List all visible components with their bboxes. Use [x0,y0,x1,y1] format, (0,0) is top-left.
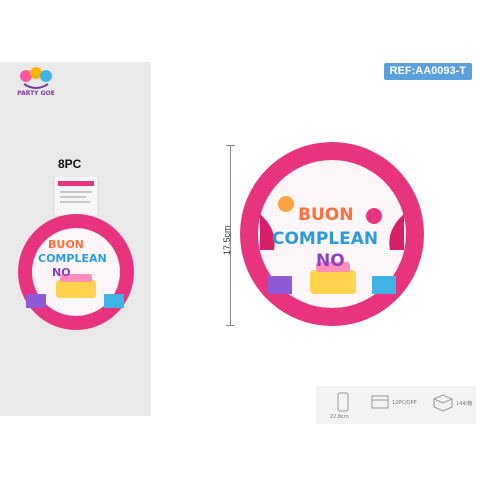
package-icon [371,395,389,409]
main-plate-line1: BUON [298,205,353,225]
packaged-plate-image: BUON COMPLEAN NO [18,176,134,330]
main-plate-image: BUON COMPLEAN NO [240,142,424,326]
reference-badge: REF:AA0093-T [383,63,472,80]
main-plate-line2: COMPLEAN [272,229,378,249]
spec-size-text: 22.8cm [330,414,349,420]
phone-size-icon [337,392,349,412]
dimension-tick-top [226,145,235,146]
dimension-tick-bottom [226,325,235,326]
main-plate-line3: NO [316,251,345,271]
pieces-count-label: 8PC [58,157,82,171]
spec-pack-text: 12PC/OPP [392,400,417,406]
small-plate-line1: BUON [48,238,84,251]
spec-carton-text: 144/箱 [456,401,473,407]
diameter-label: 17.5cm [222,225,232,255]
small-plate-line3: NO [52,266,71,279]
brand-logo-text: PARTY GOE [17,90,55,97]
small-plate-line2: COMPLEAN [38,252,107,265]
carton-icon [432,394,454,412]
